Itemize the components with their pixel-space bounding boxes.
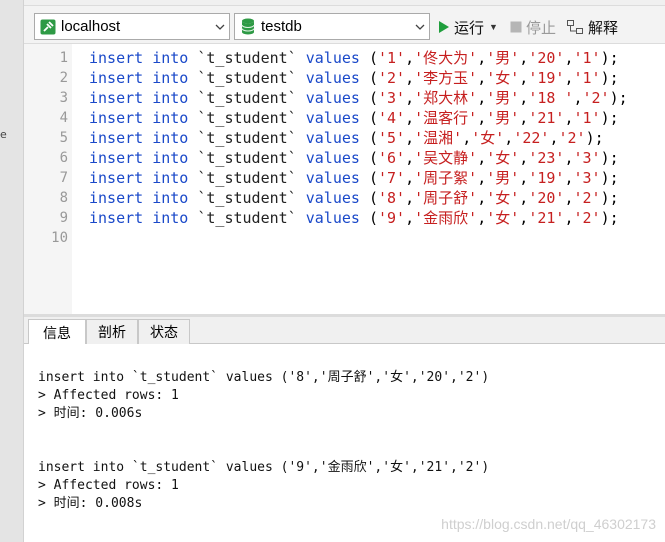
run-button[interactable]: 运行 ▼ xyxy=(438,16,498,38)
code-line: insert into `t_student` values ('6','吴文静… xyxy=(89,149,619,167)
line-number: 9 xyxy=(59,210,68,226)
result-tab-bar: 信息 剖析 状态 xyxy=(24,317,665,345)
database-select[interactable]: testdb xyxy=(234,13,430,40)
watermark: https://blog.csdn.net/qq_46302173 xyxy=(441,516,656,532)
output-line: > 时间: 0.006s xyxy=(38,406,143,421)
output-line: > Affected rows: 1 xyxy=(38,478,179,493)
connection-name: localhost xyxy=(61,18,121,35)
tab-profile[interactable]: 剖析 xyxy=(86,319,138,344)
code-line: insert into `t_student` values ('9','金雨欣… xyxy=(89,209,619,227)
line-number: 10 xyxy=(51,230,68,246)
sql-editor[interactable]: 1 2 3 4 5 6 7 8 9 10 insert into `t_stud… xyxy=(24,44,665,314)
code-line: insert into `t_student` values ('7','周子絮… xyxy=(89,169,619,187)
explain-icon xyxy=(567,19,584,35)
explain-button[interactable]: 解释 xyxy=(567,16,618,38)
chevron-down-icon xyxy=(211,24,229,30)
line-number: 1 xyxy=(59,50,68,66)
output-line: > 时间: 0.008s xyxy=(38,496,143,511)
play-icon xyxy=(438,20,450,34)
message-output: insert into `t_student` values ('8','周子舒… xyxy=(24,344,665,542)
query-toolbar: localhost testdb 运行 ▼ 停止 解释 xyxy=(24,6,665,44)
connection-select[interactable]: localhost xyxy=(34,13,230,40)
code-line: insert into `t_student` values ('2','李方玉… xyxy=(89,69,619,87)
code-line: insert into `t_student` values ('5','温湘'… xyxy=(89,129,604,147)
run-dropdown-arrow-icon[interactable]: ▼ xyxy=(489,22,498,32)
explain-label: 解释 xyxy=(588,19,619,37)
stop-icon xyxy=(510,21,522,33)
code-line: insert into `t_student` values ('1','佟大为… xyxy=(89,49,619,67)
output-line: > Affected rows: 1 xyxy=(38,388,179,403)
left-strip-mark: e xyxy=(0,128,7,141)
code-line: insert into `t_student` values ('4','温客行… xyxy=(89,109,619,127)
chevron-down-icon xyxy=(411,24,429,30)
database-name: testdb xyxy=(261,18,302,35)
line-number-gutter: 1 2 3 4 5 6 7 8 9 10 xyxy=(24,44,72,314)
line-number: 4 xyxy=(59,110,68,126)
line-number: 2 xyxy=(59,70,68,86)
line-number: 3 xyxy=(59,90,68,106)
connection-plug-icon xyxy=(38,14,58,39)
line-number: 8 xyxy=(59,190,68,206)
database-icon xyxy=(238,14,258,39)
code-line: insert into `t_student` values ('3','郑大林… xyxy=(89,89,628,107)
tab-info[interactable]: 信息 xyxy=(28,319,86,345)
output-line: insert into `t_student` values ('8','周子舒… xyxy=(38,370,490,385)
stop-label: 停止 xyxy=(526,19,557,37)
run-label: 运行 xyxy=(454,19,485,37)
tab-status[interactable]: 状态 xyxy=(138,319,190,344)
stop-button[interactable]: 停止 xyxy=(510,16,556,38)
line-number: 7 xyxy=(59,170,68,186)
output-line: insert into `t_student` values ('9','金雨欣… xyxy=(38,460,490,475)
code-line: insert into `t_student` values ('8','周子舒… xyxy=(89,189,619,207)
line-number: 5 xyxy=(59,130,68,146)
left-strip: e xyxy=(0,0,24,542)
line-number: 6 xyxy=(59,150,68,166)
